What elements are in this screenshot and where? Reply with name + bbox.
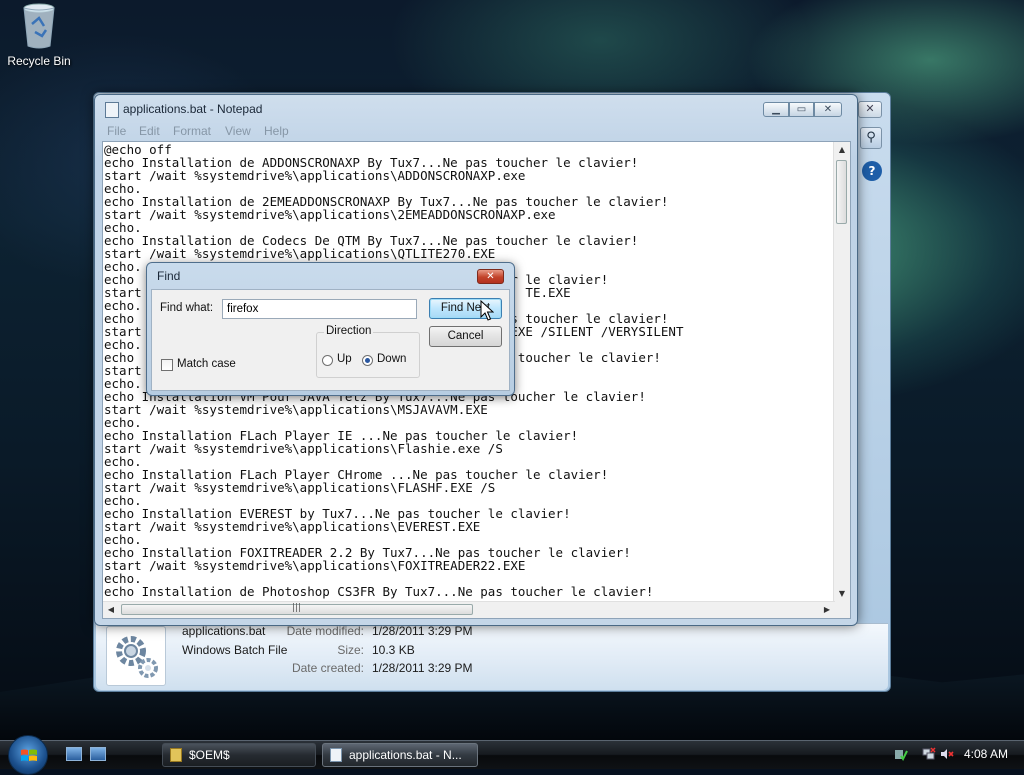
menu-view[interactable]: View [225, 124, 251, 138]
volume-muted-icon[interactable] [940, 747, 954, 761]
menu-format[interactable]: Format [173, 124, 211, 138]
recycle-bin-shortcut[interactable]: Recycle Bin [6, 2, 72, 68]
details-pane: applications.bat Windows Batch File Date… [96, 623, 888, 690]
recycle-bin-label: Recycle Bin [7, 54, 71, 68]
find-dialog: Find ✕ Find what: Find Next Cancel Direc… [146, 262, 515, 396]
direction-down-label: Down [377, 353, 407, 365]
find-dialog-title: Find [157, 269, 181, 283]
start-button[interactable] [8, 735, 48, 775]
menu-bar: File Edit Format View Help [97, 122, 855, 140]
direction-label: Direction [324, 325, 374, 337]
cancel-button[interactable]: Cancel [429, 326, 502, 347]
batch-file-gear-icon [106, 626, 166, 686]
menu-file[interactable]: File [107, 124, 126, 138]
taskbar-button-label: applications.bat - N... [349, 748, 462, 762]
notepad-icon [330, 748, 342, 762]
match-case-checkbox[interactable] [161, 359, 173, 371]
size-value: 10.3 KB [372, 643, 415, 657]
scroll-corner [834, 602, 850, 618]
maximize-button[interactable]: ▭ [789, 102, 814, 117]
details-file-name: applications.bat [182, 624, 266, 638]
windows-logo-icon [21, 749, 37, 761]
scroll-grip-icon: ||| [292, 603, 302, 613]
find-what-label: Find what: [160, 302, 214, 314]
taskbar-button-label: $OEM$ [189, 748, 230, 762]
clock[interactable]: 4:08 AM [964, 747, 1008, 761]
system-tray: 4:08 AM [888, 741, 1024, 769]
vertical-scrollbar[interactable]: ▲ ▼ [833, 142, 850, 602]
help-icon[interactable]: ? [862, 161, 882, 181]
scroll-right-arrow-icon[interactable]: ▶ [819, 602, 835, 618]
direction-down-radio[interactable] [362, 355, 373, 366]
explorer-close-button[interactable]: ✕ [858, 101, 882, 118]
notepad-title: applications.bat - Notepad [123, 102, 263, 116]
network-icon[interactable] [922, 747, 936, 761]
direction-up-radio[interactable] [322, 355, 333, 366]
folder-icon [170, 748, 182, 762]
menu-edit[interactable]: Edit [139, 124, 160, 138]
horizontal-scrollbar[interactable]: ◀ ||| ▶ [103, 601, 835, 618]
date-created-label: Date created: [291, 661, 364, 675]
size-label: Size: [337, 643, 364, 657]
find-close-button[interactable]: ✕ [477, 269, 504, 284]
scroll-left-arrow-icon[interactable]: ◀ [103, 602, 119, 618]
safely-remove-hardware-icon[interactable] [894, 747, 908, 761]
recycle-bin-icon [22, 2, 56, 49]
find-what-input[interactable] [222, 299, 417, 319]
date-created-value: 1/28/2011 3:29 PM [372, 661, 473, 675]
taskbar: $OEM$ applications.bat - N... 4:08 AM [0, 735, 1024, 775]
scroll-down-arrow-icon[interactable]: ▼ [834, 586, 850, 602]
date-modified-value: 1/28/2011 3:29 PM [372, 624, 473, 638]
find-dialog-body: Find what: Find Next Cancel Direction Up… [151, 289, 510, 391]
taskbar-button-notepad[interactable]: applications.bat - N... [322, 743, 478, 767]
mouse-pointer-icon [480, 299, 495, 325]
desktop: Recycle Bin ✕ ⚲ ? applications.bat Windo… [0, 0, 1024, 740]
match-case-label: Match case [177, 358, 236, 370]
taskbar-button-oem-folder[interactable]: $OEM$ [162, 743, 316, 767]
date-modified-label: Date modified: [286, 624, 364, 638]
notepad-app-icon [105, 102, 119, 118]
vertical-scroll-thumb[interactable] [836, 160, 847, 224]
close-button[interactable]: ✕ [814, 102, 842, 117]
notepad-titlebar[interactable]: applications.bat - Notepad ▁ ▭ ✕ [95, 95, 857, 121]
switch-windows-icon[interactable] [90, 747, 106, 761]
direction-up-label: Up [337, 353, 352, 365]
show-desktop-icon[interactable] [66, 747, 82, 761]
menu-help[interactable]: Help [264, 124, 289, 138]
scroll-up-arrow-icon[interactable]: ▲ [834, 142, 850, 158]
minimize-button[interactable]: ▁ [763, 102, 789, 117]
horizontal-scroll-thumb[interactable]: ||| [121, 603, 473, 615]
search-icon[interactable]: ⚲ [860, 127, 882, 149]
